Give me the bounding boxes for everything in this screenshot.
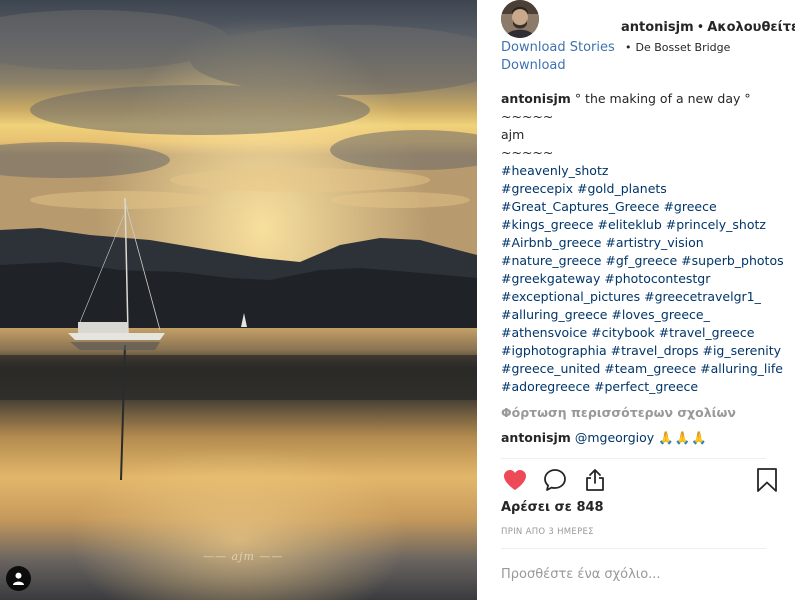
bookmark-icon: [757, 468, 777, 492]
caption-line: ~~~~~: [501, 145, 554, 160]
divider: [501, 458, 766, 459]
hashtag-link[interactable]: #greecepix #gold_planets: [501, 181, 667, 196]
hashtag-link[interactable]: #heavenly_shotz: [501, 163, 608, 178]
divider: [501, 548, 766, 549]
comment-button[interactable]: [541, 466, 569, 494]
share-button[interactable]: [581, 466, 609, 494]
post-timestamp[interactable]: ΠΡΙΝ ΑΠΟ 3 ΗΜΕΡΕΣ: [501, 527, 594, 537]
caption-line: ~~~~~: [501, 109, 554, 124]
hashtag-link[interactable]: #igphotographia #travel_drops #ig_sereni…: [501, 343, 781, 358]
caption-first-line: ° the making of a new day °: [574, 91, 751, 106]
photo-signature: —— ajm ——: [203, 550, 284, 563]
post-header: Download Stories Download antonisjm • Ακολ…: [501, 0, 795, 80]
follow-status-button[interactable]: Ακολουθείτε: [707, 20, 795, 35]
hashtag-link[interactable]: #greekgateway #photocontestgr: [501, 271, 710, 286]
caption: antonisjm ° the making of a new day ° ~~…: [501, 90, 786, 396]
separator-dot: •: [696, 20, 705, 35]
post-photo[interactable]: —— ajm ——: [0, 0, 477, 600]
hashtag-list: #heavenly_shotz #greecepix #gold_planets…: [501, 162, 786, 396]
avatar[interactable]: [501, 0, 539, 38]
likes-count[interactable]: Αρέσει σε 848: [501, 500, 604, 515]
owner-line: antonisjm • Ακολουθείτε: [621, 20, 795, 35]
location-link[interactable]: • De Bosset Bridge: [625, 41, 730, 54]
user-tag-button[interactable]: [6, 566, 31, 591]
bullet-icon: •: [625, 41, 632, 54]
like-button[interactable]: [501, 466, 529, 494]
avatar-image: [501, 0, 539, 38]
hashtag-link[interactable]: #greece_united #team_greece #alluring_li…: [501, 361, 783, 376]
hashtag-link[interactable]: #alluring_greece #loves_greece_: [501, 307, 710, 322]
share-upload-icon: [586, 469, 604, 491]
download-stories-link[interactable]: Download Stories: [501, 40, 615, 55]
download-link[interactable]: Download: [501, 58, 566, 73]
caption-username[interactable]: antonisjm: [501, 91, 571, 106]
comment-username[interactable]: antonisjm: [501, 430, 571, 445]
prayer-hands-icon: 🙏🙏🙏: [658, 430, 708, 445]
action-bar: [501, 466, 791, 496]
sunset-lake-photo: [0, 0, 477, 600]
hashtag-link[interactable]: #Great_Captures_Greece #greece: [501, 199, 717, 214]
person-icon: [13, 572, 24, 585]
load-more-comments-button[interactable]: Φόρτωση περισσότερων σχολίων: [501, 405, 736, 420]
caption-line: ajm: [501, 127, 525, 142]
location-text: De Bosset Bridge: [635, 41, 731, 54]
heart-filled-icon: [504, 470, 526, 490]
post-side-panel: Download Stories Download antonisjm • Ακολ…: [477, 0, 795, 600]
add-comment-input[interactable]: [501, 564, 771, 584]
hashtag-link[interactable]: #nature_greece #gf_greece #superb_photos: [501, 253, 784, 268]
hashtag-link[interactable]: #exceptional_pictures #greecetravelgr1_: [501, 289, 761, 304]
comment-bubble-icon: [544, 469, 566, 491]
hashtag-link[interactable]: #Airbnb_greece #artistry_vision: [501, 235, 704, 250]
save-button[interactable]: [753, 466, 781, 494]
comment-mention[interactable]: @mgeorgioy: [575, 430, 654, 445]
hashtag-link[interactable]: #kings_greece #eliteklub #princely_shotz: [501, 217, 766, 232]
hashtag-link[interactable]: #athensvoice #citybook #travel_greece: [501, 325, 754, 340]
comment-item: antonisjm @mgeorgioy 🙏🙏🙏: [501, 430, 708, 446]
owner-username[interactable]: antonisjm: [621, 20, 694, 35]
hashtag-link[interactable]: #adoregreece #perfect_greece: [501, 379, 698, 394]
